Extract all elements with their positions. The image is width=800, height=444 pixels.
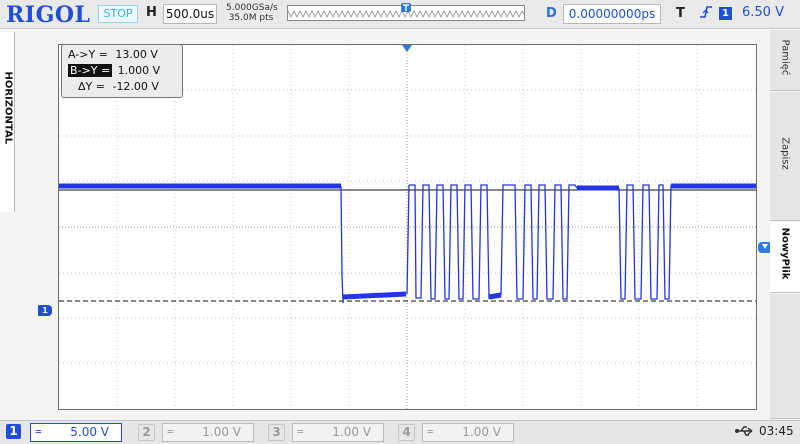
channel-4-scale[interactable]: = 1.00 V (422, 423, 514, 442)
trigger-source-badge: 1 (719, 7, 732, 20)
channel-4-scale-value: 1.00 V (462, 425, 501, 439)
cursor-readout-panel: A->Y = 13.00 V B->Y = 1.000 V ΔY = -12.0… (61, 44, 183, 98)
horizontal-tab-label: HORIZONTAL (2, 71, 14, 145)
cursor-a-label: A->Y = (68, 48, 108, 61)
cursor-b-value: 1.000 V (117, 64, 161, 77)
channel-1-ground-marker[interactable]: 1 (38, 305, 52, 316)
trigger-time-marker (402, 45, 412, 52)
trigger-level-value[interactable]: 6.50 V (742, 5, 784, 20)
channel-2-button[interactable]: 2 (138, 424, 155, 441)
menu-item-save[interactable]: Zapisz (770, 92, 800, 221)
waveform-display[interactable] (58, 44, 757, 410)
cursor-b-label: B->Y = (68, 64, 113, 77)
channel-3-button[interactable]: 3 (268, 424, 285, 441)
top-status-bar: RIGOL STOP H 500.0us 5.000GSa/s 35.0M pt… (0, 0, 800, 29)
dc-coupling-icon: = (427, 425, 434, 438)
memory-depth: 35.0M pts (228, 13, 274, 23)
graticule-and-trace (59, 45, 756, 409)
channel-1-trace (59, 183, 756, 304)
trigger-label: T (676, 6, 685, 21)
menu-item-empty[interactable] (770, 294, 800, 419)
rising-edge-icon (699, 4, 713, 24)
usb-icon (734, 424, 756, 442)
menu-item-memory[interactable]: Pamięć (770, 30, 800, 91)
cursor-a-readout: A->Y = 13.00 V (68, 47, 158, 62)
trigger-position-icon (401, 3, 411, 12)
trigger-level-marker[interactable] (758, 242, 770, 253)
channel-2-scale[interactable]: = 1.00 V (162, 423, 254, 442)
menu-item-memory-label: Pamięć (779, 39, 791, 76)
channel-status-bar: 1 = 5.00 V 2 = 1.00 V 3 = 1.00 V 4 = 1.0… (0, 420, 800, 444)
menu-item-save-label: Zapisz (779, 137, 791, 170)
center-axes (59, 45, 756, 409)
cursor-delta-readout: ΔY = -12.00 V (78, 79, 159, 94)
channel-3-scale[interactable]: = 1.00 V (292, 423, 384, 442)
dc-coupling-icon: = (167, 425, 174, 438)
cursor-delta-label: ΔY = (78, 80, 105, 93)
channel-1-scale[interactable]: = 5.00 V (30, 423, 122, 442)
menu-item-new-file-label: NowyPlik (779, 227, 791, 280)
channel-3-scale-value: 1.00 V (332, 425, 371, 439)
cursor-b-readout: B->Y = 1.000 V (68, 63, 160, 78)
run-stop-status[interactable]: STOP (98, 5, 138, 23)
rigol-logo: RIGOL (6, 2, 91, 28)
menu-item-new-file[interactable]: NowyPlik (770, 222, 800, 293)
channel-4-button[interactable]: 4 (398, 424, 415, 441)
channel-1-scale-value: 5.00 V (70, 425, 109, 439)
timebase-value[interactable]: 500.0us (163, 4, 217, 24)
delay-value[interactable]: 0.00000000ps (563, 4, 661, 24)
system-clock: 03:45 (759, 424, 794, 438)
channel-1-button[interactable]: 1 (6, 424, 21, 439)
sample-rate: 5.000GSa/s (226, 3, 278, 13)
delay-label: D (546, 6, 557, 21)
dc-coupling-icon: = (35, 425, 42, 438)
cursor-delta-value: -12.00 V (112, 80, 159, 93)
horizontal-menu-tab[interactable]: HORIZONTAL (0, 32, 15, 212)
softkey-menu: Pamięć Zapisz NowyPlik (770, 30, 800, 419)
cursor-a-value: 13.00 V (115, 48, 158, 61)
acquisition-info: 5.000GSa/s 35.0M pts (226, 3, 278, 23)
dc-coupling-icon: = (297, 425, 304, 438)
channel-2-scale-value: 1.00 V (202, 425, 241, 439)
horizontal-label: H (146, 5, 157, 20)
